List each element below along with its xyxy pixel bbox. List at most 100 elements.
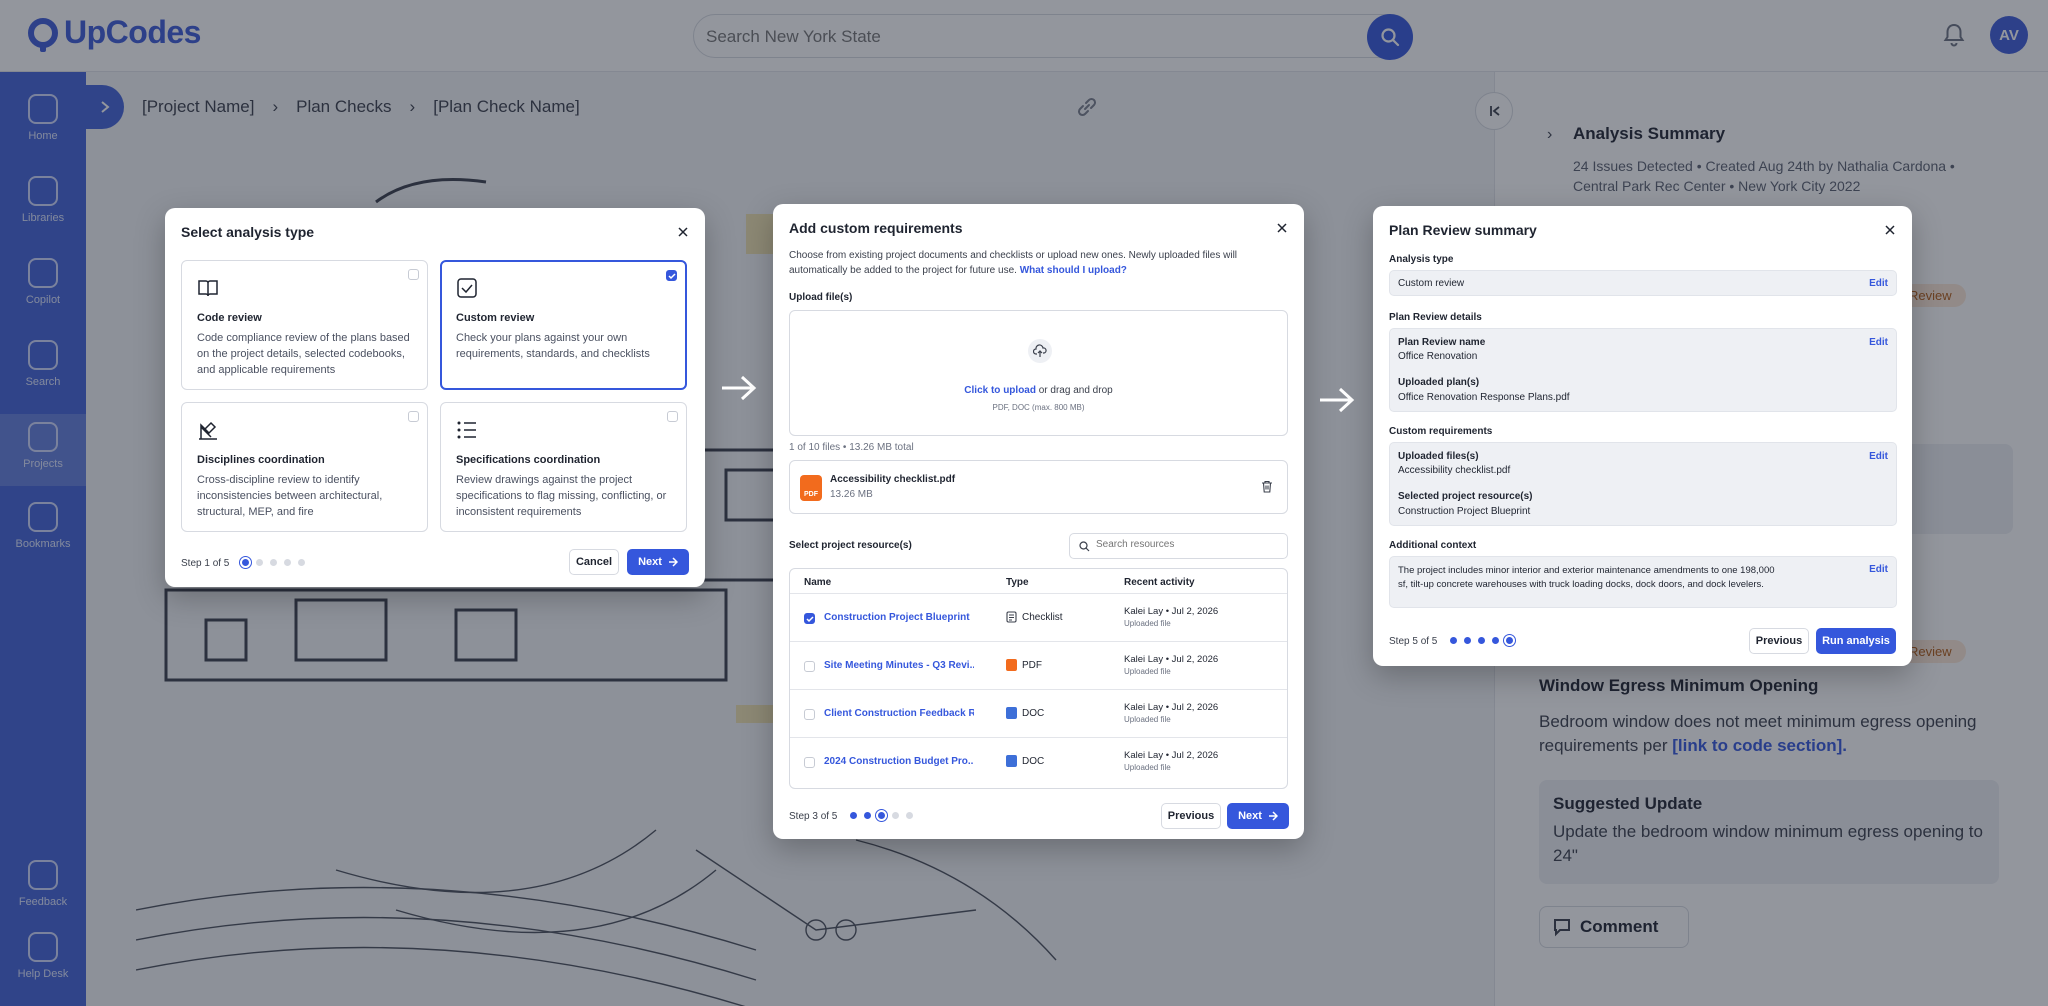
step-dot [242, 559, 249, 566]
step-dot [270, 559, 277, 566]
modal-title: Select analysis type [181, 224, 315, 240]
option-description: Review drawings against the project spec… [456, 474, 667, 518]
close-icon [678, 227, 688, 237]
column-header-type[interactable]: Type [1006, 577, 1029, 588]
option-disciplines-coordination[interactable]: Disciplines coordination Cross-disciplin… [181, 402, 428, 532]
plan-name-value: Office Renovation [1398, 351, 1478, 362]
option-checkbox[interactable] [408, 269, 419, 280]
option-description: Cross-discipline review to identify inco… [197, 474, 383, 518]
modal-description: Choose from existing project documents a… [789, 248, 1289, 278]
resource-name[interactable]: 2024 Construction Budget Pro... [824, 756, 974, 767]
option-title: Disciplines coordination [197, 454, 325, 466]
edit-custom-requirements-link[interactable]: Edit [1869, 451, 1888, 462]
details-label: Plan Review details [1389, 312, 1482, 323]
what-to-upload-link[interactable]: What should I upload? [1020, 265, 1127, 276]
step-dots [242, 559, 305, 566]
option-specifications-coordination[interactable]: Specifications coordination Review drawi… [440, 402, 687, 532]
check-icon [805, 615, 814, 622]
resource-name[interactable]: Site Meeting Minutes - Q3 Revi... [824, 660, 974, 671]
list-icon [457, 421, 476, 439]
step-dot [878, 812, 885, 819]
previous-button[interactable]: Previous [1161, 803, 1221, 829]
resource-type-label: DOC [1022, 755, 1045, 767]
activity-detail: Uploaded file [1124, 667, 1171, 676]
table-row[interactable]: Site Meeting Minutes - Q3 Revi... PDF Ka… [790, 642, 1287, 690]
file-count: 1 of 10 files • 13.26 MB total [789, 442, 914, 453]
resources-search-input[interactable] [1096, 539, 1276, 550]
upload-dropzone[interactable]: Click to upload or drag and drop PDF, DO… [789, 310, 1288, 436]
resource-type: Checklist [1006, 611, 1063, 623]
step-dots [1450, 637, 1513, 644]
next-button[interactable]: Next [627, 549, 689, 575]
uploaded-file-card: PDF Accessibility checklist.pdf 13.26 MB [789, 460, 1288, 514]
plan-review-summary-modal: Plan Review summary Analysis type Custom… [1373, 206, 1912, 666]
step-indicator: Step 3 of 5 [789, 811, 838, 822]
step-dot [850, 812, 857, 819]
additional-context-value: The project includes minor interior and … [1398, 565, 1775, 590]
next-label: Next [638, 556, 662, 568]
uploaded-plans-value: Office Renovation Response Plans.pdf [1398, 392, 1570, 403]
run-analysis-button[interactable]: Run analysis [1816, 628, 1896, 654]
doc-file-icon [1006, 755, 1017, 767]
drafting-icon [199, 421, 217, 440]
next-button[interactable]: Next [1227, 803, 1289, 829]
uploaded-plans-key: Uploaded plan(s) [1398, 377, 1480, 388]
uploaded-files-value: Accessibility checklist.pdf [1398, 465, 1511, 476]
next-label: Next [1238, 810, 1262, 822]
pdf-file-icon: PDF [800, 475, 822, 501]
close-button[interactable] [675, 224, 691, 240]
upload-label: Upload file(s) [789, 292, 853, 303]
close-button[interactable] [1882, 222, 1898, 238]
additional-context-box: The project includes minor interior and … [1389, 556, 1897, 608]
table-row[interactable]: Client Construction Feedback R... DOC Ka… [790, 690, 1287, 738]
edit-analysis-type-link[interactable]: Edit [1869, 278, 1888, 289]
selected-resources-key: Selected project resource(s) [1398, 491, 1533, 502]
modal-title: Add custom requirements [789, 220, 963, 236]
checklist-icon [1006, 611, 1017, 623]
step-dot [1450, 637, 1457, 644]
step-dot [906, 812, 913, 819]
option-custom-review[interactable]: Custom review Check your plans against y… [440, 260, 687, 390]
option-description: Check your plans against your own requir… [456, 332, 650, 360]
edit-details-link[interactable]: Edit [1869, 337, 1888, 348]
click-to-upload-link[interactable]: Click to upload [964, 385, 1036, 396]
column-header-name[interactable]: Name [804, 577, 831, 588]
plan-name-key: Plan Review name [1398, 337, 1486, 348]
analysis-type-box: Custom review Edit [1389, 270, 1897, 296]
column-header-activity[interactable]: Recent activity [1124, 577, 1195, 588]
resource-name[interactable]: Construction Project Blueprint [824, 612, 974, 623]
row-checkbox[interactable] [804, 757, 815, 768]
option-code-review[interactable]: Code review Code compliance review of th… [181, 260, 428, 390]
close-button[interactable] [1274, 220, 1290, 236]
doc-file-icon [1006, 707, 1017, 719]
resource-type-label: DOC [1022, 707, 1045, 719]
previous-button[interactable]: Previous [1749, 628, 1809, 654]
arrow-right-icon [1320, 387, 1355, 413]
row-checkbox[interactable] [804, 709, 815, 720]
step-dot [1506, 637, 1513, 644]
trash-icon [1262, 480, 1272, 493]
step-dot [256, 559, 263, 566]
delete-file-button[interactable] [1261, 480, 1273, 498]
option-checkbox[interactable] [667, 411, 678, 422]
upload-cloud-icon [1028, 339, 1052, 363]
resources-table: Name Type Recent activity Construction P… [789, 568, 1288, 789]
option-checkbox[interactable] [666, 270, 677, 281]
row-checkbox[interactable] [804, 613, 815, 624]
arrow-right-icon [1268, 811, 1278, 821]
activity-detail: Uploaded file [1124, 763, 1171, 772]
table-row[interactable]: 2024 Construction Budget Pro... DOC Kale… [790, 738, 1287, 786]
step-indicator: Step 5 of 5 [1389, 636, 1438, 647]
custom-requirements-label: Custom requirements [1389, 426, 1493, 437]
description-text: Choose from existing project documents a… [789, 250, 1238, 276]
option-checkbox[interactable] [408, 411, 419, 422]
table-row[interactable]: Construction Project Blueprint Checklist… [790, 594, 1287, 642]
row-checkbox[interactable] [804, 661, 815, 672]
resource-name[interactable]: Client Construction Feedback R... [824, 708, 974, 719]
resource-type-label: Checklist [1022, 611, 1063, 623]
recent-activity: Kalei Lay • Jul 2, 2026 [1124, 750, 1219, 761]
edit-context-link[interactable]: Edit [1869, 564, 1888, 575]
cancel-button[interactable]: Cancel [569, 549, 619, 575]
option-title: Custom review [456, 312, 535, 324]
check-icon [667, 272, 676, 279]
